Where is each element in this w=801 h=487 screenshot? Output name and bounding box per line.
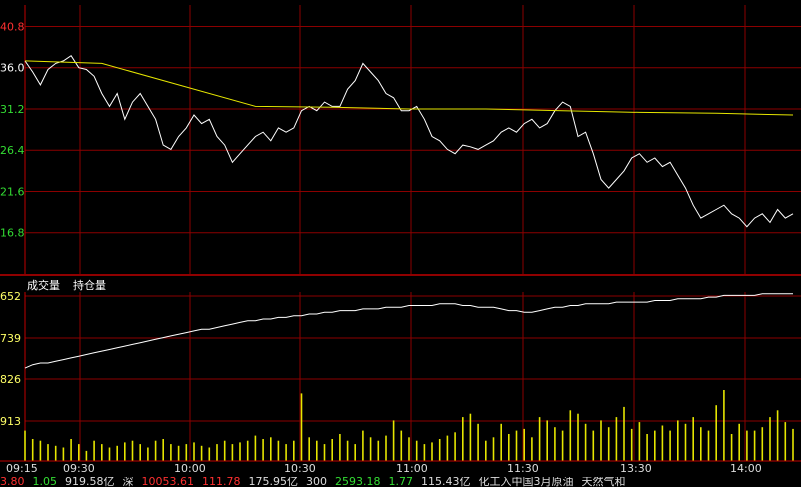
intraday-chart: 40.8 36.0 31.2 26.4 21.6 16.8 成交量 持仓量 652 739 826 9… [0, 0, 801, 487]
price-y-tick-label: 31.2 [0, 103, 25, 116]
status-item: 10053.61 [141, 477, 195, 487]
time-axis-label: 11:00 [396, 462, 428, 475]
volume-y-tick-label: 652 [0, 290, 21, 303]
time-axis-label: 14:00 [730, 462, 762, 475]
time-axis-label: 11:30 [507, 462, 539, 475]
status-item: 天然气和 [581, 477, 626, 487]
volume-y-tick-label: 826 [0, 373, 21, 386]
price-y-tick-label: 26.4 [0, 144, 25, 157]
status-item: 115.43亿 [421, 477, 471, 487]
status-item: 3.80 [0, 477, 25, 487]
price-y-tick-label: 21.6 [0, 185, 25, 198]
status-item: 919.58亿 [65, 477, 115, 487]
volume-panel-label: 成交量 [27, 278, 60, 292]
time-axis-label: 10:30 [284, 462, 316, 475]
price-y-tick-label: 40.8 [0, 20, 25, 33]
status-item: 深 [122, 477, 134, 487]
time-axis-label: 13:30 [620, 462, 652, 475]
volume-y-tick-label: 739 [0, 332, 21, 345]
time-axis-label: 09:15 [6, 462, 38, 475]
chart-canvas: 40.8 36.0 31.2 26.4 21.6 16.8 成交量 持仓量 652 739 826 9… [0, 0, 801, 477]
status-item: 175.95亿 [248, 477, 299, 487]
status-item: 2593.18 [335, 477, 381, 487]
chart-background [0, 0, 801, 477]
price-y-tick-label: 16.8 [0, 227, 25, 240]
time-axis-label: 10:00 [174, 462, 206, 475]
status-item: 1.77 [388, 477, 414, 487]
status-item: 111.78 [202, 477, 241, 487]
status-item: 300 [306, 477, 327, 487]
time-axis-label: 09:30 [63, 462, 95, 475]
volume-y-tick-label: 913 [0, 415, 21, 428]
status-item: 1.05 [32, 477, 58, 487]
status-item: 化工入中国3月原油 [478, 477, 574, 487]
open-interest-panel-label: 持仓量 [73, 278, 106, 292]
price-y-tick-label: 36.0 [0, 62, 25, 75]
market-status-bar: 3.80 1.05 919.58亿深 10053.61 111.78 175.95亿 300… [0, 477, 801, 487]
